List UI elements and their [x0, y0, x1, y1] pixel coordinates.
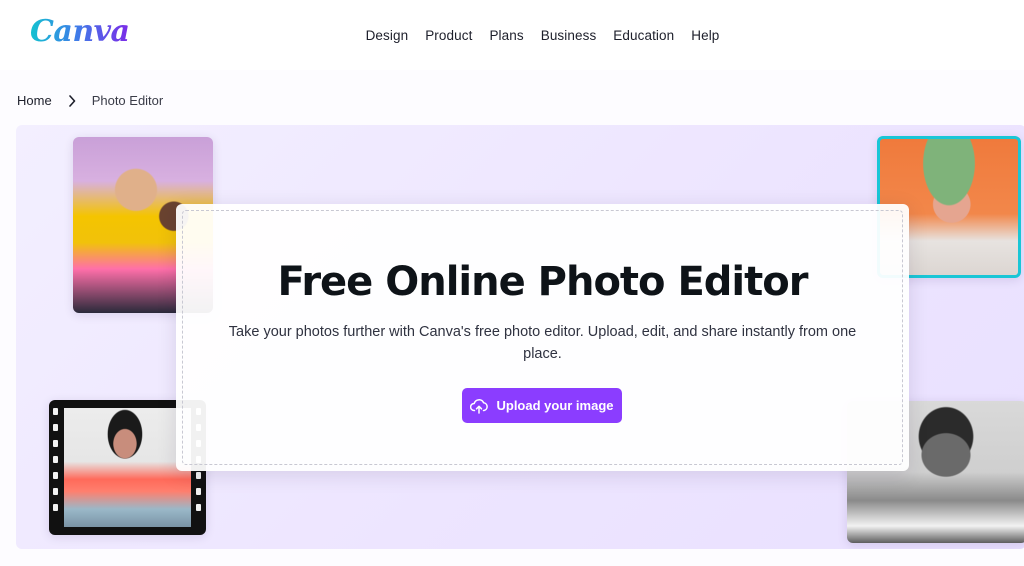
upload-image-button-label: Upload your image	[496, 398, 614, 413]
film-sprocket	[53, 424, 58, 431]
film-sprocket	[196, 504, 201, 511]
nav-item-business[interactable]: Business	[541, 28, 597, 43]
nav-item-design[interactable]: Design	[366, 28, 409, 43]
main-nav: Design Product Plans Business Education …	[0, 0, 1024, 70]
hero-section: Free Online Photo Editor Take your photo…	[16, 125, 1024, 549]
chevron-right-icon	[60, 94, 84, 108]
breadcrumb-current: Photo Editor	[91, 93, 164, 108]
nav-item-education[interactable]: Education	[613, 28, 674, 43]
upload-image-button[interactable]: Upload your image	[462, 388, 622, 423]
film-sprocket	[53, 408, 58, 415]
film-sprocket	[53, 456, 58, 463]
cloud-upload-icon	[470, 398, 489, 414]
page-title: Free Online Photo Editor	[277, 259, 809, 305]
breadcrumb-home-link[interactable]: Home	[17, 93, 52, 108]
nav-item-plans[interactable]: Plans	[489, 28, 523, 43]
hero-subtitle: Take your photos further with Canva's fr…	[228, 324, 857, 362]
nav-item-help[interactable]: Help	[691, 28, 719, 43]
film-sprocket	[53, 440, 58, 447]
breadcrumb: Home Photo Editor	[17, 93, 163, 108]
filmstrip-image	[64, 408, 191, 527]
nav-item-product[interactable]: Product	[425, 28, 472, 43]
film-sprocket	[53, 488, 58, 495]
upload-card: Free Online Photo Editor Take your photo…	[176, 204, 909, 471]
film-sprocket	[196, 472, 201, 479]
film-sprocket	[53, 504, 58, 511]
film-sprocket	[53, 472, 58, 479]
film-sprocket	[196, 488, 201, 495]
top-navigation-bar: Canva Design Product Plans Business Educ…	[0, 0, 1024, 70]
